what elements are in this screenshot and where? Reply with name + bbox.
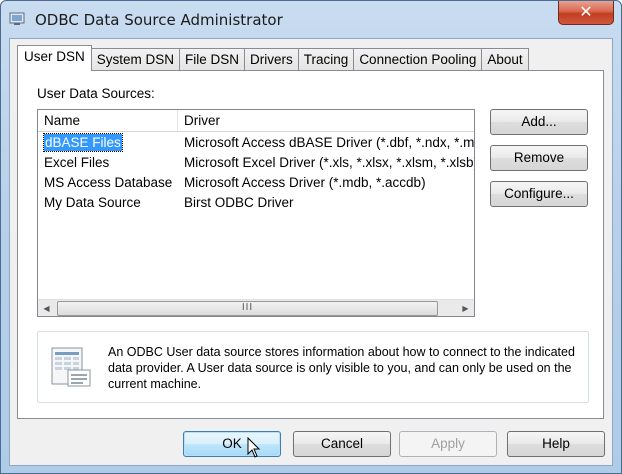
dialog-client-area: User DSN System DSN File DSN Drivers Tra… — [9, 38, 613, 466]
row-driver-cell: Microsoft Access dBASE Driver (*.dbf, *.… — [184, 135, 474, 150]
configure-button[interactable]: Configure... — [490, 181, 588, 207]
list-row[interactable]: Excel Files Microsoft Excel Driver (*.xl… — [38, 153, 474, 173]
data-source-info-icon — [51, 347, 91, 387]
selected-name-text: dBASE Files — [43, 133, 123, 152]
mouse-pointer-icon — [247, 437, 261, 458]
column-header-driver[interactable]: Driver — [178, 110, 474, 132]
odbc-app-icon — [9, 12, 25, 25]
list-row[interactable]: dBASE Files Microsoft Access dBASE Drive… — [38, 133, 474, 153]
tab-connection-pooling[interactable]: Connection Pooling — [353, 48, 483, 70]
row-name-cell: dBASE Files — [38, 133, 178, 153]
tab-about[interactable]: About — [481, 48, 529, 70]
user-data-sources-label: User Data Sources: — [37, 86, 155, 101]
remove-button[interactable]: Remove — [490, 145, 588, 171]
row-driver-cell: Microsoft Excel Driver (*.xls, *.xlsx, *… — [184, 155, 474, 170]
tab-file-dsn[interactable]: File DSN — [179, 48, 246, 70]
row-driver-cell: Birst ODBC Driver — [184, 195, 294, 210]
add-button[interactable]: Add... — [490, 109, 588, 135]
list-row[interactable]: My Data Source Birst ODBC Driver — [38, 193, 474, 213]
close-button[interactable]: ✕ — [558, 1, 614, 25]
tab-strip: User DSN System DSN File DSN Drivers Tra… — [17, 45, 529, 71]
tab-system-dsn[interactable]: System DSN — [90, 48, 181, 70]
apply-button[interactable]: Apply — [399, 431, 497, 457]
row-name-cell: My Data Source — [44, 195, 141, 210]
tab-tracing[interactable]: Tracing — [297, 48, 355, 70]
list-row[interactable]: MS Access Database Microsoft Access Driv… — [38, 173, 474, 193]
cancel-button[interactable]: Cancel — [293, 431, 391, 457]
row-name-cell: Excel Files — [44, 155, 110, 170]
info-box: An ODBC User data source stores informat… — [37, 331, 589, 403]
column-header-name[interactable]: Name — [38, 110, 178, 132]
odbc-window: ODBC Data Source Administrator ✕ User DS… — [0, 0, 622, 474]
row-driver-cell: Microsoft Access Driver (*.mdb, *.accdb) — [184, 175, 426, 190]
info-description: An ODBC User data source stores informat… — [108, 345, 575, 391]
scroll-left-arrow-icon[interactable]: ◀ — [38, 300, 55, 316]
window-title: ODBC Data Source Administrator — [35, 11, 283, 29]
title-bar[interactable]: ODBC Data Source Administrator ✕ — [1, 1, 621, 37]
horizontal-scrollbar[interactable]: ◀ III ▶ — [38, 299, 474, 316]
user-dsn-panel: User Data Sources: Name Driver dBASE Fil… — [17, 70, 604, 419]
help-button[interactable]: Help — [507, 431, 605, 457]
row-name-cell: MS Access Database — [44, 175, 173, 190]
tab-drivers[interactable]: Drivers — [244, 48, 299, 70]
scroll-thumb[interactable]: III — [57, 301, 438, 316]
data-sources-list[interactable]: Name Driver dBASE Files Microsoft Access… — [37, 109, 475, 317]
tab-user-dsn[interactable]: User DSN — [17, 45, 92, 71]
scroll-right-arrow-icon[interactable]: ▶ — [457, 300, 474, 316]
ok-button[interactable]: OK — [183, 431, 281, 457]
list-header: Name Driver — [38, 110, 474, 132]
